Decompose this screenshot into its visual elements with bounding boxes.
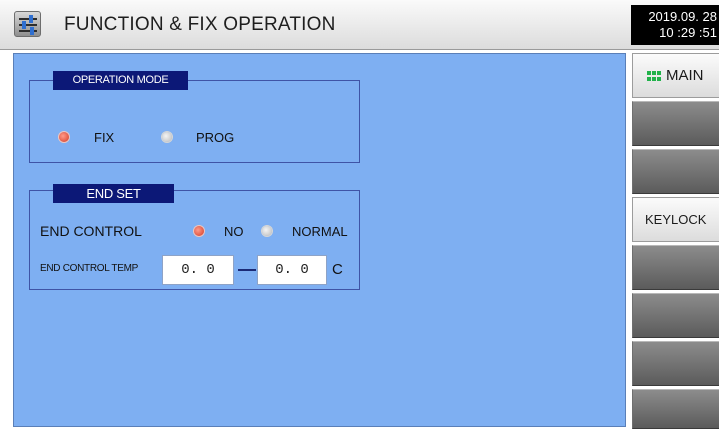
end-control-label: END CONTROL xyxy=(40,223,142,239)
no-radio[interactable] xyxy=(194,226,204,236)
side-button-8[interactable] xyxy=(632,389,719,429)
normal-radio[interactable] xyxy=(262,226,272,236)
page-title: FUNCTION & FIX OPERATION xyxy=(64,14,336,35)
prog-radio[interactable] xyxy=(162,132,172,142)
keylock-button[interactable]: KEYLOCK xyxy=(632,197,719,242)
fix-radio[interactable] xyxy=(59,132,69,142)
operation-mode-title: OPERATION MODE xyxy=(53,71,188,90)
main-button-label: MAIN xyxy=(666,67,704,84)
end-control-temp-low-input[interactable]: 0. 0 xyxy=(162,255,234,285)
fix-label[interactable]: FIX xyxy=(94,130,114,145)
range-separator xyxy=(238,269,256,271)
side-button-3[interactable] xyxy=(632,149,719,194)
end-control-temp-label: END CONTROL TEMP xyxy=(40,263,138,274)
grid-dots-icon xyxy=(647,71,661,81)
date-text: 2019.09. 28 xyxy=(648,9,717,24)
datetime-display: 2019.09. 28 10 :29 :51 xyxy=(631,5,719,45)
normal-label[interactable]: NORMAL xyxy=(292,224,348,239)
temp-unit-label: C xyxy=(332,261,343,278)
prog-label[interactable]: PROG xyxy=(196,130,234,145)
side-button-7[interactable] xyxy=(632,341,719,386)
side-button-2[interactable] xyxy=(632,101,719,146)
title-bar: FUNCTION & FIX OPERATION 2019.09. 28 10 … xyxy=(0,0,719,50)
no-label[interactable]: NO xyxy=(224,224,244,239)
end-control-temp-high-input[interactable]: 0. 0 xyxy=(257,255,327,285)
time-text: 10 :29 :51 xyxy=(659,25,717,40)
end-set-title: END SET xyxy=(53,184,174,203)
keylock-button-label: KEYLOCK xyxy=(645,212,707,227)
settings-sliders-icon[interactable] xyxy=(14,11,41,37)
main-button[interactable]: MAIN xyxy=(632,53,719,98)
side-button-5[interactable] xyxy=(632,245,719,290)
side-button-6[interactable] xyxy=(632,293,719,338)
main-panel: OPERATION MODE FIX PROG END SET END CONT… xyxy=(13,53,626,427)
operation-mode-group xyxy=(29,80,360,163)
